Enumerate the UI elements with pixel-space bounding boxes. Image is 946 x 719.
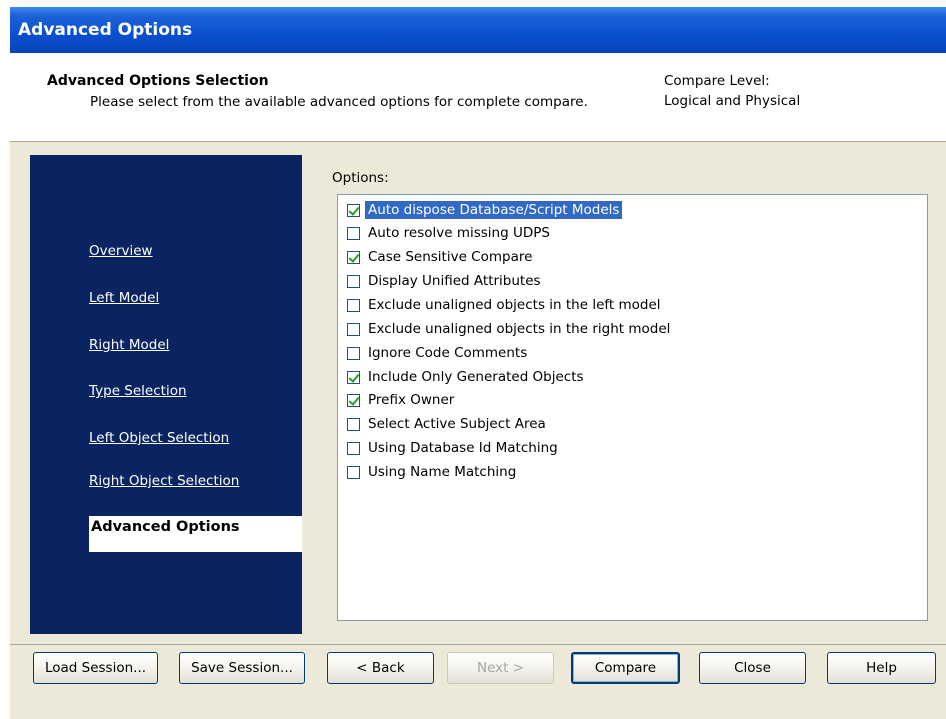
footer-divider — [10, 644, 946, 645]
option-checkbox[interactable] — [347, 203, 360, 217]
option-checkbox[interactable] — [347, 298, 360, 312]
nav-link-right-model[interactable]: Right Model — [89, 337, 169, 353]
compare-level-label: Compare Level: — [664, 73, 770, 89]
option-checkbox[interactable] — [347, 346, 360, 360]
compare-button[interactable]: Compare — [571, 652, 680, 684]
nav-link-overview[interactable]: Overview — [89, 243, 153, 259]
option-database-id-matching[interactable]: Using Database Id Matching — [347, 437, 558, 459]
option-checkbox[interactable] — [347, 393, 360, 407]
options-label: Options: — [332, 170, 389, 186]
option-label: Using Name Matching — [368, 464, 517, 480]
compare-level-value: Logical and Physical — [664, 93, 801, 109]
option-label: Exclude unaligned objects in the left mo… — [368, 297, 661, 313]
page-title: Advanced Options Selection — [47, 73, 269, 89]
nav-link-left-model[interactable]: Left Model — [89, 290, 159, 306]
option-exclude-unaligned-left[interactable]: Exclude unaligned objects in the left mo… — [347, 294, 661, 316]
option-display-unified-attributes[interactable]: Display Unified Attributes — [347, 270, 541, 292]
advanced-options-window: Advanced Options Advanced Options Select… — [10, 7, 946, 719]
option-name-matching[interactable]: Using Name Matching — [347, 461, 516, 483]
wizard-nav: Overview Left Model Right Model Type Sel… — [30, 155, 302, 634]
next-button[interactable]: Next > — [447, 652, 554, 684]
option-label: Case Sensitive Compare — [368, 249, 533, 265]
option-checkbox[interactable] — [347, 465, 360, 479]
option-label: Display Unified Attributes — [368, 273, 541, 289]
header-panel: Advanced Options Selection Please select… — [10, 53, 946, 142]
save-session-button[interactable]: Save Session... — [179, 652, 305, 684]
nav-link-left-object-selection[interactable]: Left Object Selection — [89, 430, 229, 446]
option-label: Ignore Code Comments — [368, 345, 528, 361]
option-label: Using Database Id Matching — [368, 440, 558, 456]
help-button[interactable]: Help — [827, 652, 936, 684]
close-button[interactable]: Close — [699, 652, 806, 684]
nav-link-type-selection[interactable]: Type Selection — [89, 383, 187, 399]
load-session-button[interactable]: Load Session... — [33, 652, 158, 684]
title-bar: Advanced Options — [10, 7, 946, 53]
option-prefix-owner[interactable]: Prefix Owner — [347, 389, 454, 411]
option-case-sensitive[interactable]: Case Sensitive Compare — [347, 246, 532, 268]
option-label: Auto resolve missing UDPS — [368, 225, 550, 241]
option-label: Exclude unaligned objects in the right m… — [368, 321, 671, 337]
nav-item-advanced-options-active: Advanced Options — [89, 516, 302, 552]
option-exclude-unaligned-right[interactable]: Exclude unaligned objects in the right m… — [347, 318, 670, 340]
option-include-only-generated[interactable]: Include Only Generated Objects — [347, 366, 584, 388]
option-label: Prefix Owner — [368, 392, 455, 408]
option-select-active-subject-area[interactable]: Select Active Subject Area — [347, 413, 546, 435]
option-checkbox[interactable] — [347, 274, 360, 288]
nav-link-right-object-selection[interactable]: Right Object Selection — [89, 473, 239, 489]
option-checkbox[interactable] — [347, 417, 360, 431]
option-auto-dispose[interactable]: Auto dispose Database/Script Models — [347, 199, 623, 221]
page-subtitle: Please select from the available advance… — [90, 94, 588, 110]
option-label: Select Active Subject Area — [368, 416, 546, 432]
window-title: Advanced Options — [18, 20, 193, 40]
option-auto-resolve-udps[interactable]: Auto resolve missing UDPS — [347, 222, 550, 244]
option-checkbox[interactable] — [347, 441, 360, 455]
options-listbox[interactable]: Auto dispose Database/Script Models Auto… — [337, 194, 928, 621]
option-ignore-code-comments[interactable]: Ignore Code Comments — [347, 342, 527, 364]
option-label: Auto dispose Database/Script Models — [365, 201, 623, 219]
option-checkbox[interactable] — [347, 226, 360, 240]
option-checkbox[interactable] — [347, 250, 360, 264]
option-label: Include Only Generated Objects — [368, 369, 584, 385]
back-button[interactable]: < Back — [327, 652, 434, 684]
option-checkbox[interactable] — [347, 322, 360, 336]
option-checkbox[interactable] — [347, 370, 360, 384]
